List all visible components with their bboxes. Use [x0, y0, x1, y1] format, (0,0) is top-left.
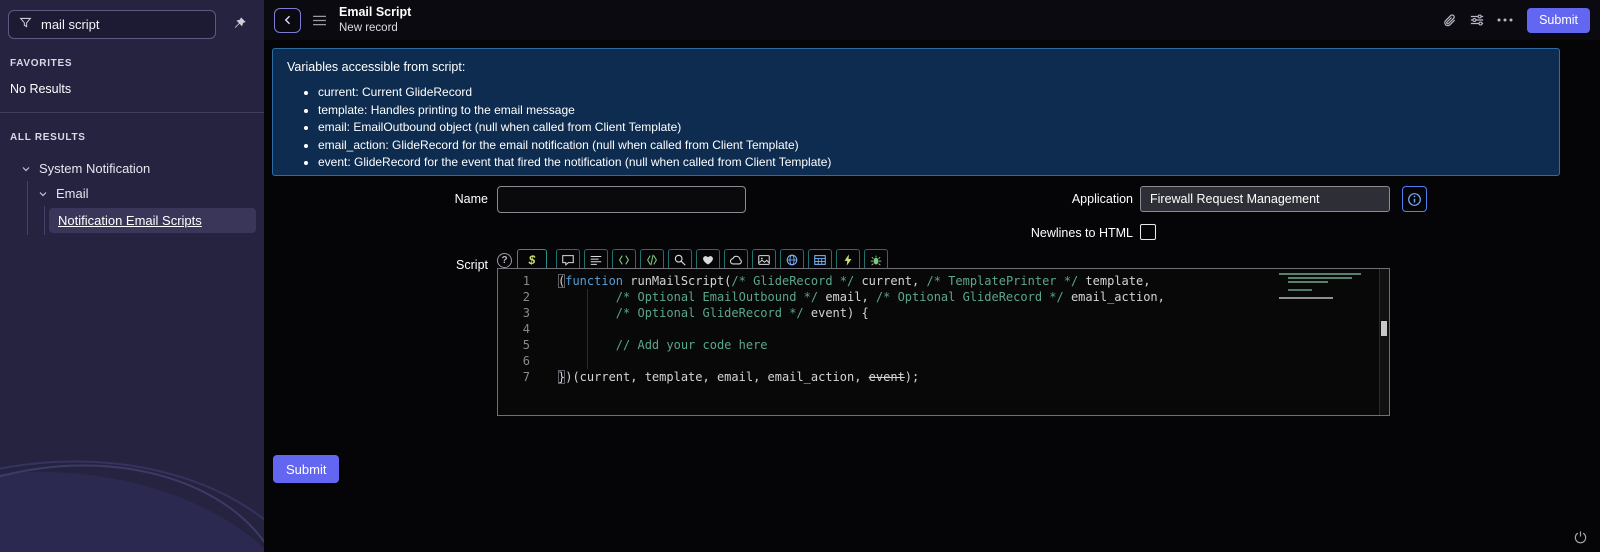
- power-icon[interactable]: [1573, 530, 1588, 545]
- name-label: Name: [454, 192, 488, 206]
- info-item: email_action: GlideRecord for the email …: [318, 138, 1545, 152]
- favorites-header: FAVORITES: [10, 58, 73, 69]
- sliders-icon[interactable]: [1463, 7, 1491, 33]
- header-submit-button[interactable]: Submit: [1527, 7, 1590, 33]
- cloud-icon[interactable]: [724, 249, 748, 270]
- info-item: current: Current GlideRecord: [318, 85, 1545, 99]
- sidebar-search-row: mail script: [0, 0, 264, 39]
- tree-item-email[interactable]: Email: [28, 181, 264, 206]
- results-tree: System Notification Email Notification E…: [0, 156, 264, 235]
- info-panel-list: current: Current GlideRecord template: H…: [318, 85, 1545, 169]
- heart-icon[interactable]: [696, 249, 720, 270]
- page-subtitle: New record: [339, 21, 398, 34]
- format-code-icon[interactable]: [584, 249, 608, 270]
- record-header: Email Script New record Submit: [264, 0, 1600, 40]
- main-content: Email Script New record Submit Variables…: [264, 0, 1600, 552]
- script-code-editor[interactable]: 1234567 (function runMailScript(/* Glide…: [497, 268, 1390, 416]
- tree-item-system-notification[interactable]: System Notification: [0, 156, 264, 181]
- globe-icon[interactable]: [780, 249, 804, 270]
- editor-minimap[interactable]: [1279, 273, 1375, 301]
- tree-item-label: Notification Email Scripts: [58, 213, 202, 228]
- tree-group: Notification Email Scripts: [44, 206, 264, 235]
- chevron-down-icon: [37, 188, 49, 200]
- table-icon[interactable]: [808, 249, 832, 270]
- application-label: Application: [1071, 192, 1133, 206]
- name-input[interactable]: [497, 186, 746, 213]
- info-panel-title: Variables accessible from script:: [287, 60, 466, 74]
- code-line: // Add your code here: [615, 338, 768, 352]
- code-line: /* Optional EmailOutbound */ email, /* O…: [615, 290, 1165, 304]
- app-root: mail script FAVORITES No Results ALL RES…: [0, 0, 1600, 552]
- sidebar: mail script FAVORITES No Results ALL RES…: [0, 0, 264, 552]
- tree-item-label: Email: [56, 186, 89, 201]
- application-info-icon[interactable]: [1402, 186, 1427, 212]
- sidebar-divider: [0, 112, 264, 113]
- search-icon[interactable]: [668, 249, 692, 270]
- uncomment-code-icon[interactable]: [640, 249, 664, 270]
- sidebar-decoration: [0, 472, 264, 552]
- application-field[interactable]: Firewall Request Management: [1140, 186, 1390, 212]
- filter-icon: [19, 16, 32, 34]
- lightning-icon[interactable]: [836, 249, 860, 270]
- chevron-down-icon: [20, 163, 32, 175]
- all-results-header: ALL RESULTS: [10, 132, 86, 143]
- comment-code-icon[interactable]: [612, 249, 636, 270]
- ellipsis-icon[interactable]: [1491, 7, 1519, 33]
- script-label: Script: [456, 258, 488, 272]
- code-line: })(current, template, email, email_actio…: [558, 370, 920, 384]
- context-menu-icon[interactable]: [312, 15, 327, 26]
- editor-scrollbar-thumb[interactable]: [1381, 321, 1387, 336]
- newlines-to-html-checkbox[interactable]: [1140, 224, 1156, 240]
- submit-button[interactable]: Submit: [273, 455, 340, 483]
- sidebar-decoration: [0, 428, 264, 552]
- page-title: Email Script: [339, 5, 412, 20]
- tree-item-notification-email-scripts[interactable]: Notification Email Scripts: [49, 208, 256, 233]
- image-icon[interactable]: [752, 249, 776, 270]
- info-item: template: Handles printing to the email …: [318, 103, 1545, 117]
- help-icon[interactable]: ?: [497, 253, 512, 268]
- bug-icon[interactable]: [864, 249, 888, 270]
- title-block: Email Script New record: [339, 4, 411, 35]
- tree-group: Email Notification Email Scripts: [27, 181, 264, 235]
- info-item: event: GlideRecord for the event that fi…: [318, 155, 1545, 169]
- info-item: email: EmailOutbound object (null when c…: [318, 120, 1545, 134]
- back-button[interactable]: [274, 7, 301, 33]
- newlines-to-html-label: Newlines to HTML: [1030, 226, 1133, 240]
- script-variables-info-panel: Variables accessible from script: curren…: [272, 48, 1560, 176]
- application-value: Firewall Request Management: [1150, 192, 1320, 206]
- sidebar-decoration: [0, 429, 264, 552]
- editor-scrollbar[interactable]: [1379, 269, 1389, 415]
- code-line: (function runMailScript(/* GlideRecord *…: [558, 274, 1151, 288]
- tree-item-label: System Notification: [39, 161, 151, 176]
- pin-icon[interactable]: [232, 16, 247, 34]
- editor-gutter: 1234567: [522, 274, 530, 384]
- code-area[interactable]: (function runMailScript(/* GlideRecord *…: [544, 273, 1377, 415]
- favorites-empty-text: No Results: [10, 82, 72, 96]
- paperclip-icon[interactable]: [1435, 7, 1463, 33]
- comment-icon[interactable]: [556, 249, 580, 270]
- search-value: mail script: [41, 17, 100, 32]
- sidebar-search-input[interactable]: mail script: [8, 10, 216, 39]
- code-line: /* Optional GlideRecord */ event) {: [615, 306, 869, 320]
- script-toolbar: [556, 249, 888, 270]
- script-editor-toggle-icon[interactable]: $: [517, 249, 547, 270]
